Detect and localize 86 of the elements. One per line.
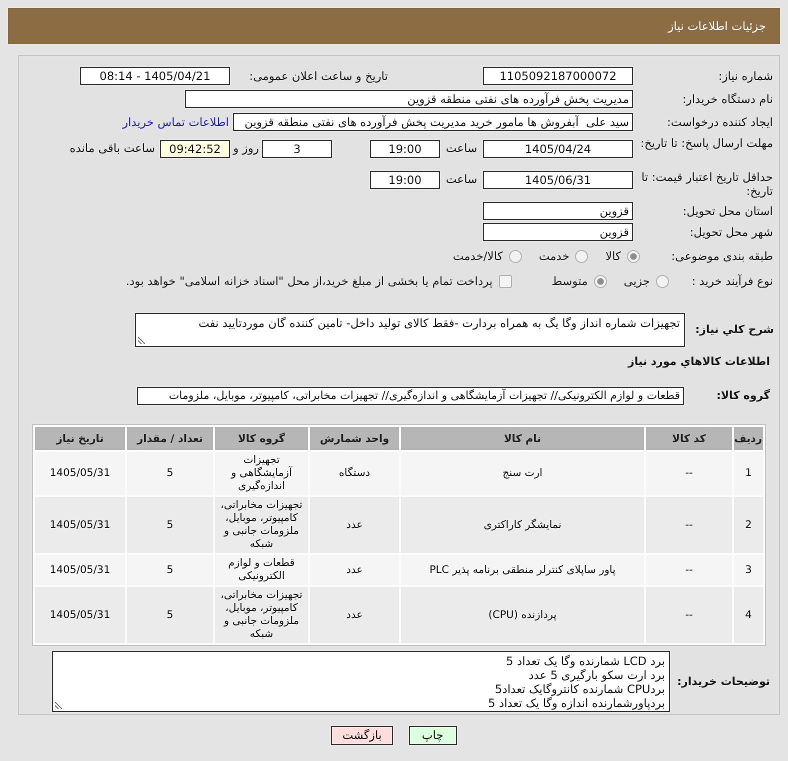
section-title: اطلاعات کالاهاي مورد نياز xyxy=(626,355,771,370)
field-label: روز و xyxy=(232,141,260,155)
field-label: ساعت xyxy=(444,172,478,186)
table-cell: 3 xyxy=(734,555,763,585)
field-label: ساعت xyxy=(444,141,478,155)
page-title: جزئیات اطلاعات نیاز xyxy=(668,19,766,33)
table-cell: 1405/05/31 xyxy=(35,587,125,643)
city-field[interactable]: قزوین xyxy=(483,223,633,241)
notes-field[interactable]: برد LCD شمارنده وگا یک تعداد 5 برد ارت سکو بارگیری 5 عدد بردCPU شمارنده کانتروگایک تعداد5 بردپاورشمارنده اندازه وگا یک تعداد 5 xyxy=(52,651,670,712)
back-button[interactable]: بازگشت xyxy=(331,726,393,745)
column-header: تاریخ نیاز xyxy=(35,427,125,450)
radio-label: جزیی xyxy=(624,274,650,288)
field-label: گروه کالا: xyxy=(715,389,771,403)
table-cell: 5 xyxy=(127,452,213,495)
column-header: تعداد / مقدار xyxy=(127,427,213,450)
table-cell: 5 xyxy=(127,555,213,585)
field-label: تاریخ و ساعت اعلان عمومی: xyxy=(248,69,388,83)
need-number-field[interactable]: 1105092187000072 xyxy=(483,67,633,85)
days-left-field[interactable]: 3 xyxy=(262,140,332,158)
radio-label: کالا xyxy=(605,249,621,263)
column-header: گروه کالا xyxy=(215,427,308,450)
radio-button[interactable] xyxy=(575,250,588,262)
field-label: شهر محل تحویل: xyxy=(688,225,774,239)
table-cell: دستگاه xyxy=(310,452,399,495)
validity-time-field[interactable]: 19:00 xyxy=(370,171,440,189)
description-field[interactable]: تجهیزات شماره انداز وگا یگ به همراه بردارت -فقط کالای تولید داخل- تامین کننده گان موردتایید نفت xyxy=(135,313,685,347)
buyer-contact-link[interactable]: اطلاعات تماس خریدار xyxy=(122,115,229,129)
table-cell: 2 xyxy=(734,497,763,553)
table-cell: 1405/05/31 xyxy=(35,497,125,553)
print-button[interactable]: چاپ xyxy=(408,726,457,745)
province-field[interactable]: قزوین xyxy=(483,202,633,220)
table-cell: 1405/05/31 xyxy=(35,452,125,495)
requester-field[interactable]: سید علی آبفروش ها مامور خرید مدیریت پخش فرآورده های نفتی منطقه قزوین xyxy=(233,113,633,131)
column-header: ردیف xyxy=(734,427,763,450)
radio-button[interactable] xyxy=(508,250,522,262)
treasury-payment-label: پرداخت تمام یا بخشی از مبلغ خرید،از محل "اسناد خزانه اسلامی" خواهد بود. xyxy=(126,274,493,288)
field-label: ساعت باقی مانده xyxy=(70,141,155,155)
radio-label: خدمت xyxy=(538,249,570,263)
table-cell: تجهیزات مخابراتی، کامپیوتر، موبایل، ملزومات جانبی و شبکه xyxy=(215,497,308,553)
table-cell: عدد xyxy=(310,497,399,553)
deadline-date-field[interactable]: 1405/04/24 xyxy=(483,140,633,158)
item-group-field[interactable]: قطعات و لوازم الکترونیکی// تجهیزات آزمایشگاهی و اندازه‌گیری// تجهیزات مخابراتی، کامپیوتر، موبایل، ملزومات xyxy=(137,387,684,405)
field-label: استان محل تحویل: xyxy=(682,204,774,218)
column-header: نام کالا xyxy=(401,427,644,450)
table-cell: 1405/05/31 xyxy=(35,555,125,585)
table-cell: ارت سنج xyxy=(401,452,644,495)
table-cell: 5 xyxy=(127,497,213,553)
checkbox[interactable] xyxy=(498,274,512,288)
table-cell: 5 xyxy=(127,587,213,643)
table-cell: پردازنده (CPU) xyxy=(401,587,644,643)
table-cell: 4 xyxy=(734,587,763,643)
table-cell: تجهیزات مخابراتی، کامپیوتر، موبایل، ملزومات جانبی و شبکه xyxy=(215,587,308,643)
table-cell: -- xyxy=(646,452,732,495)
table-cell: -- xyxy=(646,497,732,553)
field-label: شرح کلي نياز: xyxy=(694,323,775,337)
table-cell: -- xyxy=(646,587,732,643)
time-left-field[interactable]: 09:42:52 xyxy=(160,140,230,158)
buyer-name-field[interactable]: مدیریت پخش فرآورده های نفتی منطقه قزوین xyxy=(185,90,633,108)
table-cell: عدد xyxy=(310,555,399,585)
field-label: نوع فرآیند خرید : xyxy=(690,274,774,288)
deadline-time-field[interactable]: 19:00 xyxy=(370,140,440,158)
field-label: طبقه بندی موضوعی: xyxy=(670,249,774,263)
resize-grip-icon[interactable] xyxy=(138,337,145,344)
radio-button[interactable] xyxy=(594,274,607,288)
radio-label: متوسط xyxy=(552,274,588,288)
radio-button[interactable] xyxy=(627,250,640,262)
column-header: کد کالا xyxy=(646,427,732,450)
validity-date-field[interactable]: 1405/06/31 xyxy=(483,171,633,189)
column-header: واحد شمارش xyxy=(310,427,399,450)
table-cell: عدد xyxy=(310,587,399,643)
table-cell: نمایشگر کاراکتری xyxy=(401,497,644,553)
resize-grip-icon[interactable] xyxy=(55,702,62,709)
table-cell: تجهیزات آزمایشگاهی و اندازه‌گیری xyxy=(215,452,308,495)
radio-button[interactable] xyxy=(656,274,669,288)
field-label: ایجاد کننده درخواست: xyxy=(666,115,774,129)
table-cell: 1 xyxy=(734,452,763,495)
field-label: نام دستگاه خریدار: xyxy=(681,92,774,106)
field-label: توضیحات خریدار: xyxy=(676,674,771,688)
radio-label: کالا/خدمت xyxy=(452,249,503,263)
table-cell: پاور ساپلای کنترلر منطقی برنامه پذیر PLC xyxy=(401,555,644,585)
announce-date-field[interactable]: 1405/04/21 - 08:14 xyxy=(80,67,230,85)
field-label: حداقل تاریخ اعتبار قیمت: تا تاریخ: xyxy=(640,170,774,198)
table-cell: -- xyxy=(646,555,732,585)
field-label: مهلت ارسال پاسخ: تا تاریخ: xyxy=(640,135,774,150)
field-label: شماره نیاز: xyxy=(717,69,774,83)
table-cell: قطعات و لوازم الکترونیکی xyxy=(215,555,308,585)
